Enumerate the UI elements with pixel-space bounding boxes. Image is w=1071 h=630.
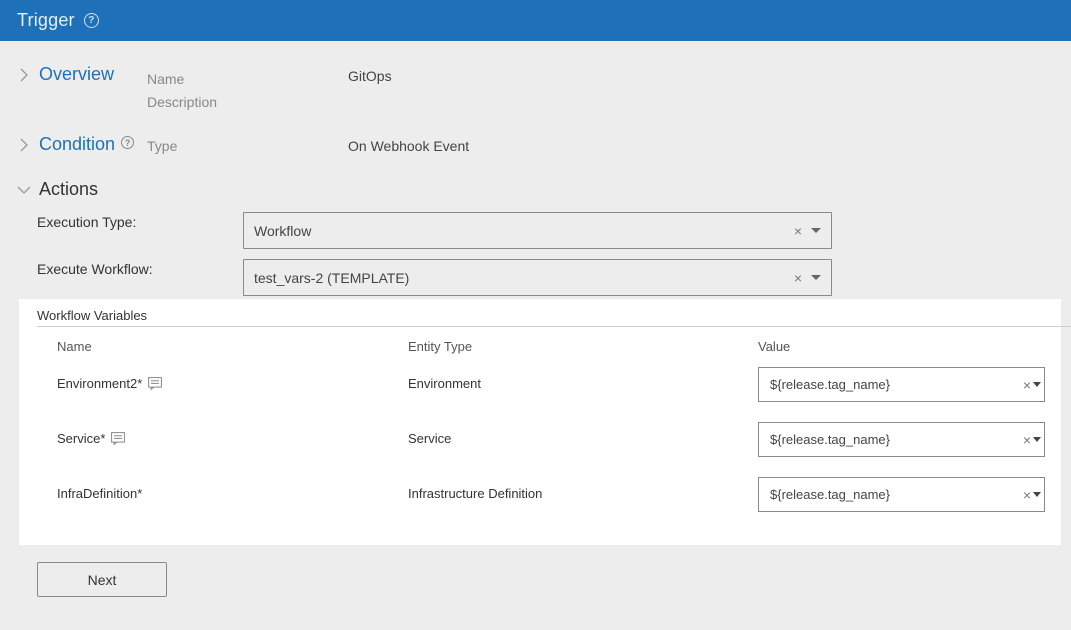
caret-down-icon[interactable]: [1033, 437, 1041, 442]
execute-workflow-label: Execute Workflow:: [37, 261, 153, 277]
divider: [37, 326, 1071, 327]
execute-workflow-select[interactable]: test_vars-2 (TEMPLATE) ×: [243, 259, 832, 296]
chevron-right-icon: [20, 68, 28, 81]
variable-entity-type: Infrastructure Definition: [408, 486, 543, 501]
column-header-value: Value: [758, 339, 791, 354]
overview-title: Overview: [39, 64, 115, 84]
variable-name: InfraDefinition*: [57, 486, 143, 501]
comment-icon[interactable]: [111, 432, 126, 445]
condition-section-toggle[interactable]: Condition ?: [17, 134, 135, 155]
variable-value-input[interactable]: ${release.tag_name} ×: [758, 367, 1045, 402]
variable-name: Service*: [57, 431, 106, 446]
variable-value: ${release.tag_name}: [770, 377, 890, 392]
table-row-name: InfraDefinition*: [57, 486, 142, 501]
variable-value-input[interactable]: ${release.tag_name} ×: [758, 477, 1045, 512]
next-button[interactable]: Next: [37, 562, 167, 597]
chevron-down-icon: [17, 186, 31, 194]
variable-entity-type: Service: [408, 431, 452, 446]
type-label: Type: [147, 138, 178, 154]
execution-type-label: Execution Type:: [37, 214, 137, 230]
comment-icon[interactable]: [148, 377, 163, 390]
clear-icon[interactable]: ×: [791, 223, 805, 239]
execution-type-select[interactable]: Workflow ×: [243, 212, 832, 249]
workflow-variables-title: Workflow Variables: [37, 308, 148, 323]
execution-type-value: Workflow: [254, 222, 312, 239]
overview-section-toggle[interactable]: Overview: [17, 64, 114, 85]
condition-title: Condition: [39, 134, 116, 154]
variable-name: Environment2*: [57, 376, 143, 391]
column-header-entity-type: Entity Type: [408, 339, 473, 354]
clear-icon[interactable]: ×: [791, 270, 805, 286]
caret-down-icon[interactable]: [811, 275, 821, 280]
caret-down-icon[interactable]: [811, 228, 821, 233]
clear-icon[interactable]: ×: [1023, 487, 1031, 503]
description-label: Description: [147, 94, 218, 110]
help-icon[interactable]: ?: [83, 13, 99, 28]
caret-down-icon[interactable]: [1033, 382, 1041, 387]
workflow-variables-panel: Workflow Variables Name Entity Type Valu…: [19, 299, 1071, 545]
caret-down-icon[interactable]: [1033, 492, 1041, 497]
table-row-name: Service*: [57, 431, 126, 446]
chevron-right-icon: [20, 138, 28, 151]
name-label: Name: [147, 71, 185, 87]
type-value: On Webhook Event: [348, 138, 470, 154]
actions-title: Actions: [39, 179, 99, 199]
table-row-name: Environment2*: [57, 376, 163, 391]
variable-entity-type: Environment: [408, 376, 481, 391]
variable-value-input[interactable]: ${release.tag_name} ×: [758, 422, 1045, 457]
page-title: Trigger: [17, 10, 75, 30]
actions-section-toggle[interactable]: Actions: [17, 179, 98, 200]
execute-workflow-value: test_vars-2 (TEMPLATE): [254, 269, 410, 286]
clear-icon[interactable]: ×: [1023, 377, 1031, 393]
header-bar: Trigger ?: [0, 0, 1071, 41]
column-header-name: Name: [57, 339, 92, 354]
variable-value: ${release.tag_name}: [770, 487, 890, 502]
variable-value: ${release.tag_name}: [770, 432, 890, 447]
clear-icon[interactable]: ×: [1023, 432, 1031, 448]
help-icon[interactable]: ?: [121, 136, 135, 149]
name-value: GitOps: [348, 68, 392, 84]
